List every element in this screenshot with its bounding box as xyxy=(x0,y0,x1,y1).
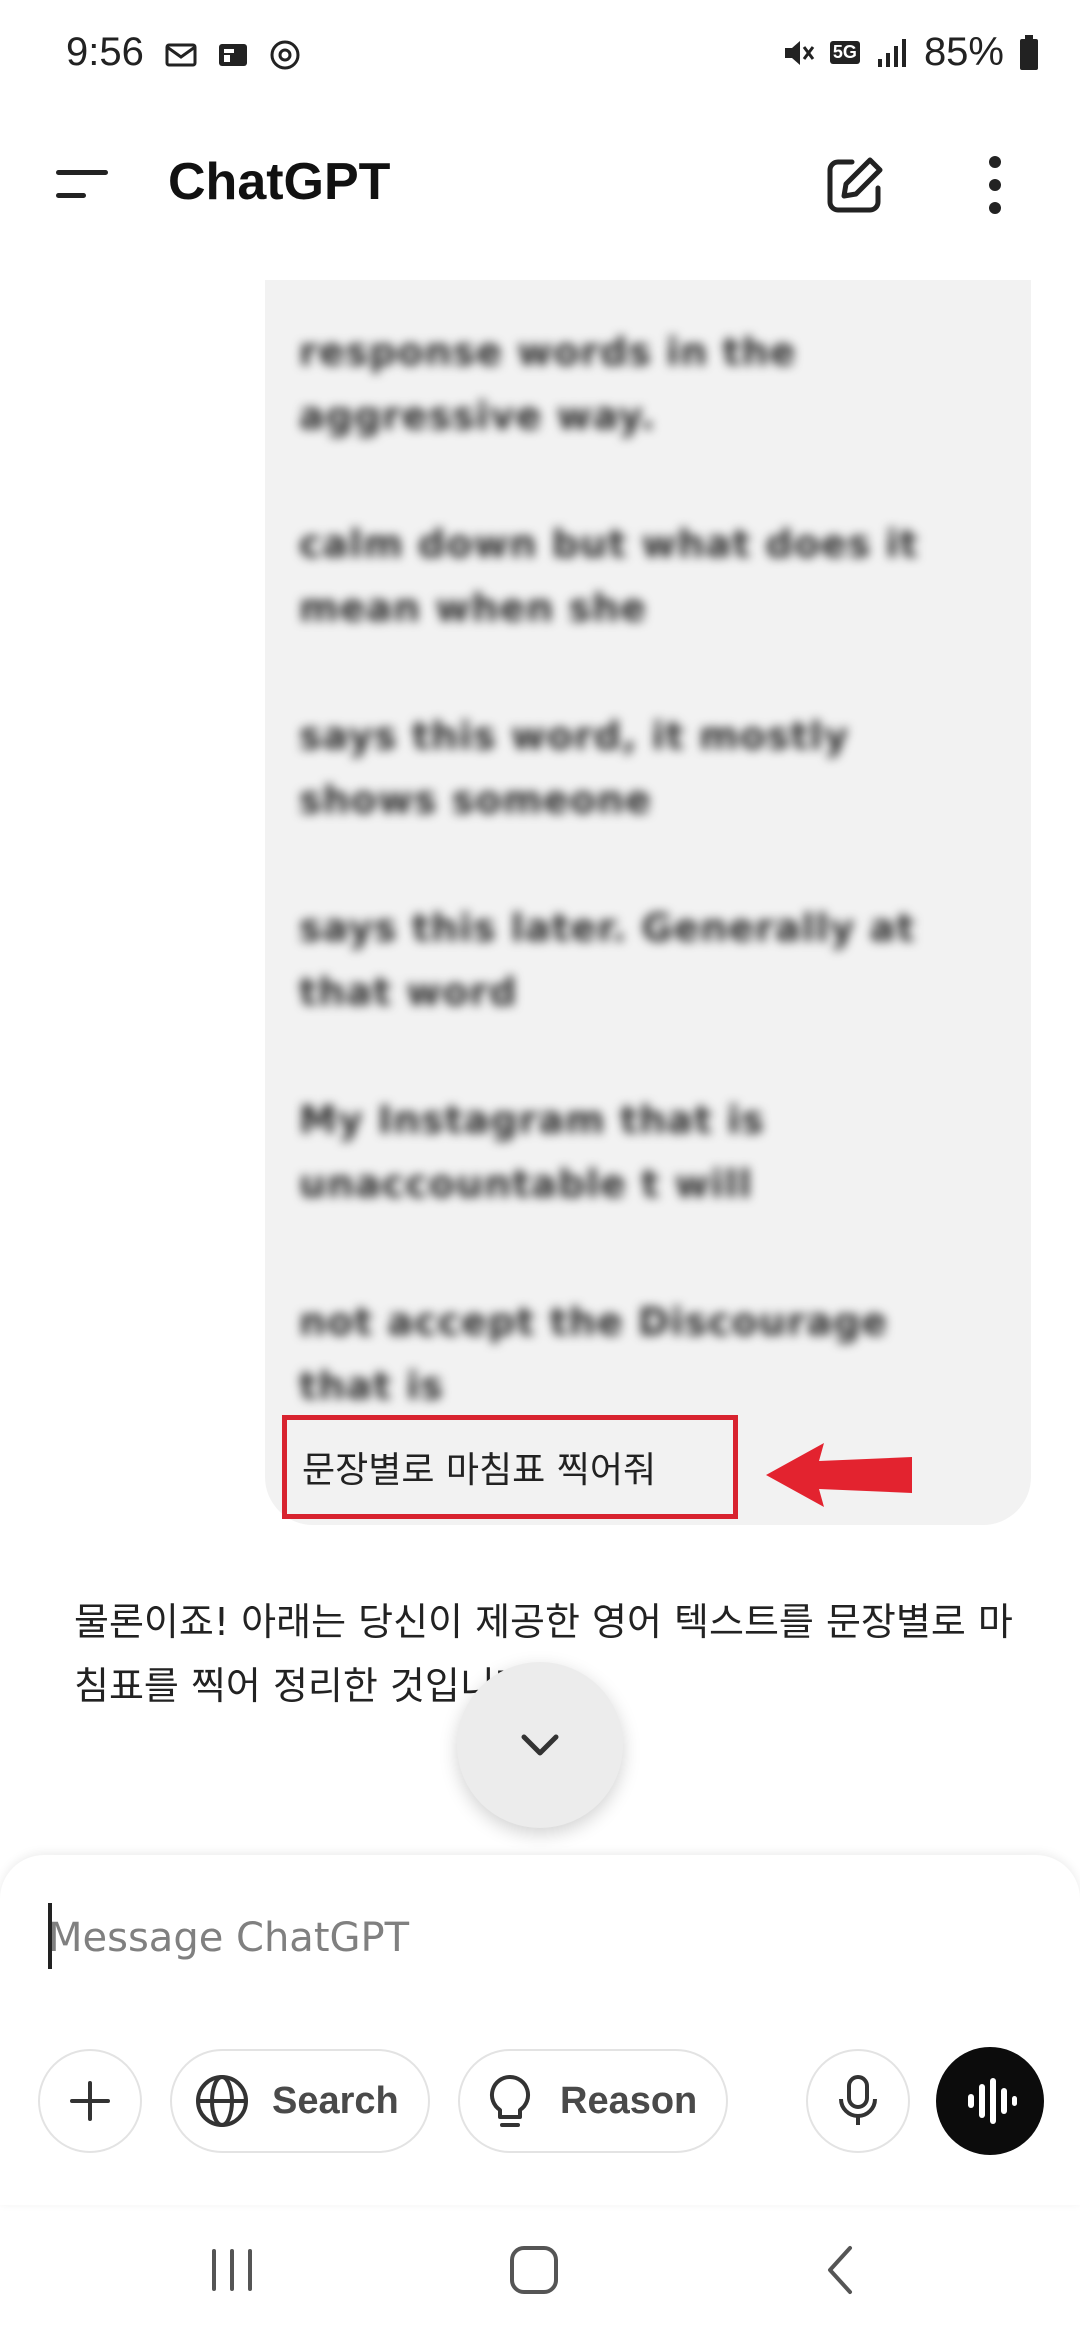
search-button[interactable]: Search xyxy=(170,2049,430,2153)
mail-icon xyxy=(165,43,197,67)
plus-icon xyxy=(70,2081,110,2121)
status-bar: 9:56 5G 85% xyxy=(0,0,1080,110)
dictation-button[interactable] xyxy=(806,2049,910,2153)
sidebar-menu-button[interactable] xyxy=(52,160,112,210)
microphone-icon xyxy=(839,2075,877,2125)
home-button[interactable] xyxy=(474,2205,594,2335)
app-title: ChatGPT xyxy=(168,153,391,211)
user-message-line: says this later. Generally at that word xyxy=(299,906,916,1014)
recent-apps-button[interactable] xyxy=(172,2205,292,2335)
new-chat-button[interactable] xyxy=(820,150,890,220)
user-message-bubble: response words in the aggressive way. ca… xyxy=(265,280,1031,1525)
signal-icon xyxy=(877,38,906,67)
reason-button-label: Reason xyxy=(560,2079,698,2122)
status-time: 9:56 xyxy=(66,30,144,74)
system-navigation-bar xyxy=(0,2205,1080,2340)
scroll-to-bottom-button[interactable] xyxy=(457,1662,623,1828)
message-composer: Search Reason xyxy=(0,1855,1080,2205)
user-message-line: My Instagram that is unaccountable t wil… xyxy=(299,1098,765,1206)
chevron-down-icon xyxy=(521,1734,559,1756)
back-icon xyxy=(828,2246,852,2294)
voice-mode-button[interactable] xyxy=(936,2047,1044,2155)
more-options-button[interactable] xyxy=(970,150,1020,220)
text-cursor xyxy=(48,1903,52,1969)
globe-icon xyxy=(196,2075,248,2127)
menu-icon xyxy=(56,170,108,198)
red-arrow-annotation-icon xyxy=(766,1443,912,1507)
mute-icon xyxy=(784,40,815,65)
reason-button[interactable]: Reason xyxy=(458,2049,728,2153)
recent-apps-icon xyxy=(212,2249,252,2291)
battery-percent: 85% xyxy=(923,30,1004,74)
waveform-icon xyxy=(968,2078,1017,2124)
network-5g-icon: 5G xyxy=(829,41,860,64)
add-attachment-button[interactable] xyxy=(38,2049,142,2153)
compose-icon xyxy=(827,157,883,213)
user-message-line: not accept the Discourage that is xyxy=(299,1300,889,1408)
home-icon xyxy=(510,2246,558,2294)
message-input[interactable] xyxy=(46,1897,1030,1979)
chat-area[interactable]: response words in the aggressive way. ca… xyxy=(0,260,1080,1850)
user-message-line: response words in the aggressive way. xyxy=(299,330,797,438)
more-vertical-icon xyxy=(989,156,1001,214)
status-notification-icons xyxy=(164,38,302,72)
user-message-last-line: 문장별로 마침표 찍어줘 xyxy=(302,1450,657,1491)
lightbulb-icon xyxy=(489,2074,531,2127)
search-button-label: Search xyxy=(272,2079,399,2122)
battery-icon xyxy=(1020,34,1038,70)
status-system-icons: 5G 85% xyxy=(780,30,1040,75)
back-button[interactable] xyxy=(780,2205,900,2335)
user-message-line: calm down but what does it mean when she xyxy=(299,522,919,630)
app-notification-icon xyxy=(219,44,247,66)
app-header: ChatGPT xyxy=(0,110,1080,260)
sync-icon xyxy=(270,40,300,70)
composer-toolbar: Search Reason xyxy=(0,2047,1080,2155)
user-message-line: says this word, it mostly shows someone xyxy=(299,714,850,822)
